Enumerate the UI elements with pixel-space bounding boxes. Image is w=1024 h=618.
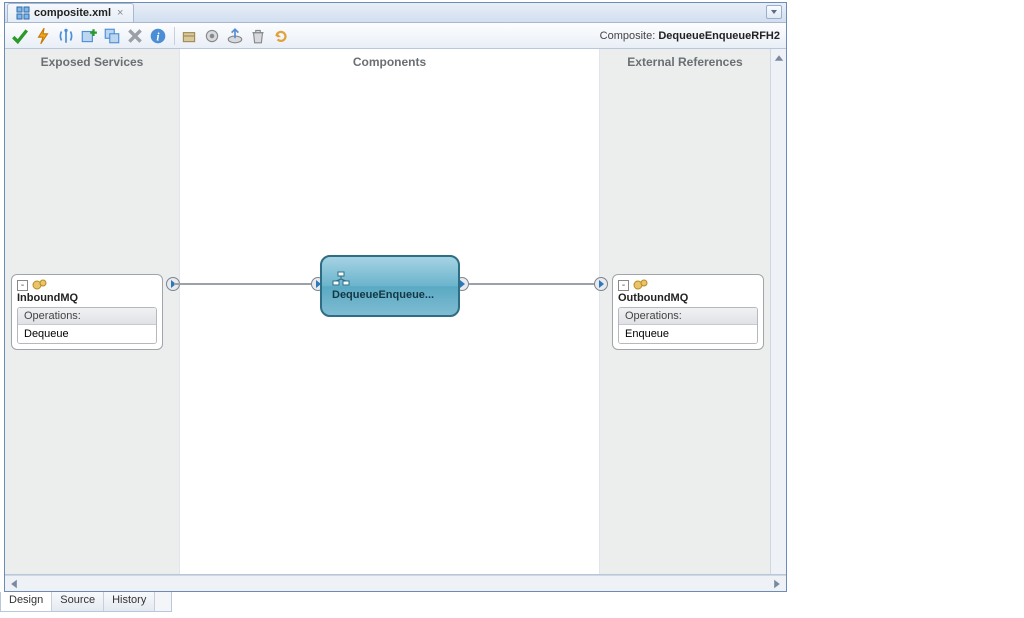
- toolbar-separator: [174, 27, 175, 45]
- composite-name-label: Composite: DequeueEnqueueRFH2: [600, 30, 780, 42]
- scroll-up-icon[interactable]: [772, 51, 786, 65]
- copy-icon[interactable]: [103, 27, 121, 45]
- tab-history[interactable]: History: [104, 592, 155, 611]
- outbound-name: OutboundMQ: [618, 292, 758, 304]
- refresh-icon[interactable]: [272, 27, 290, 45]
- editor-tab-composite[interactable]: composite.xml ×: [7, 3, 134, 22]
- trash-icon[interactable]: [249, 27, 267, 45]
- lane-title-center: Components: [180, 55, 599, 69]
- bpel-icon: [332, 271, 350, 287]
- composite-name-text: DequeueEnqueueRFH2: [658, 30, 780, 42]
- gear-icon: [32, 278, 48, 292]
- inbound-operation-item[interactable]: Dequeue: [18, 325, 156, 343]
- editor-toolbar: i Composite: DequeueEnqueueRFH2: [5, 23, 786, 49]
- package-icon[interactable]: [180, 27, 198, 45]
- lane-external-references: External References - OutboundMQ Operati…: [600, 49, 770, 574]
- wire-component-to-outbound[interactable]: [460, 283, 610, 285]
- info-icon[interactable]: i: [149, 27, 167, 45]
- validate-icon[interactable]: [11, 27, 29, 45]
- outbound-header: -: [618, 278, 758, 292]
- operations-label: Operations:: [619, 308, 757, 325]
- deploy-icon[interactable]: [226, 27, 244, 45]
- inbound-service-box[interactable]: - InboundMQ Operations: Dequeue: [11, 274, 163, 350]
- inbound-operations: Operations: Dequeue: [17, 307, 157, 344]
- scroll-right-icon[interactable]: [770, 577, 784, 591]
- outbound-reference-box[interactable]: - OutboundMQ Operations: Enqueue: [612, 274, 764, 350]
- tab-source[interactable]: Source: [52, 592, 104, 611]
- tab-close-icon[interactable]: ×: [115, 7, 125, 19]
- antenna-icon[interactable]: [57, 27, 75, 45]
- editor-tabbar: composite.xml ×: [5, 3, 786, 23]
- collapse-icon[interactable]: -: [618, 280, 629, 291]
- lane-components: Components DequeueEnqueue...: [180, 49, 600, 574]
- canvas: Exposed Services - InboundMQ Operations:…: [5, 49, 786, 575]
- bpel-component[interactable]: DequeueEnqueue...: [320, 255, 460, 317]
- lightning-icon[interactable]: [34, 27, 52, 45]
- horizontal-scrollbar[interactable]: [5, 575, 786, 591]
- gear-icon: [633, 278, 649, 292]
- outbound-operation-item[interactable]: Enqueue: [619, 325, 757, 343]
- vertical-scrollbar[interactable]: [770, 49, 786, 574]
- config-icon[interactable]: [203, 27, 221, 45]
- inbound-name: InboundMQ: [17, 292, 157, 304]
- add-component-icon[interactable]: [80, 27, 98, 45]
- collapse-icon[interactable]: -: [17, 280, 28, 291]
- composite-label-text: Composite:: [600, 30, 656, 42]
- tab-design[interactable]: Design: [1, 592, 52, 611]
- composite-file-icon: [16, 6, 30, 20]
- lane-title-right: External References: [600, 55, 770, 69]
- delete-icon[interactable]: [126, 27, 144, 45]
- editor-bottom-tabs: Design Source History: [0, 592, 172, 612]
- tabbar-menu-button[interactable]: [766, 5, 782, 19]
- component-name: DequeueEnqueue...: [332, 289, 434, 301]
- wire-inbound-to-component[interactable]: [174, 283, 320, 285]
- operations-label: Operations:: [18, 308, 156, 325]
- inbound-header: -: [17, 278, 157, 292]
- scroll-left-icon[interactable]: [7, 577, 21, 591]
- tab-title: composite.xml: [34, 7, 111, 19]
- lanes[interactable]: Exposed Services - InboundMQ Operations:…: [5, 49, 770, 574]
- lane-exposed-services: Exposed Services - InboundMQ Operations:…: [5, 49, 180, 574]
- lane-title-left: Exposed Services: [5, 55, 179, 69]
- editor-window: composite.xml × i Composite: DequeueEnqu…: [4, 2, 787, 592]
- outbound-operations: Operations: Enqueue: [618, 307, 758, 344]
- outbound-input-port[interactable]: [594, 275, 608, 293]
